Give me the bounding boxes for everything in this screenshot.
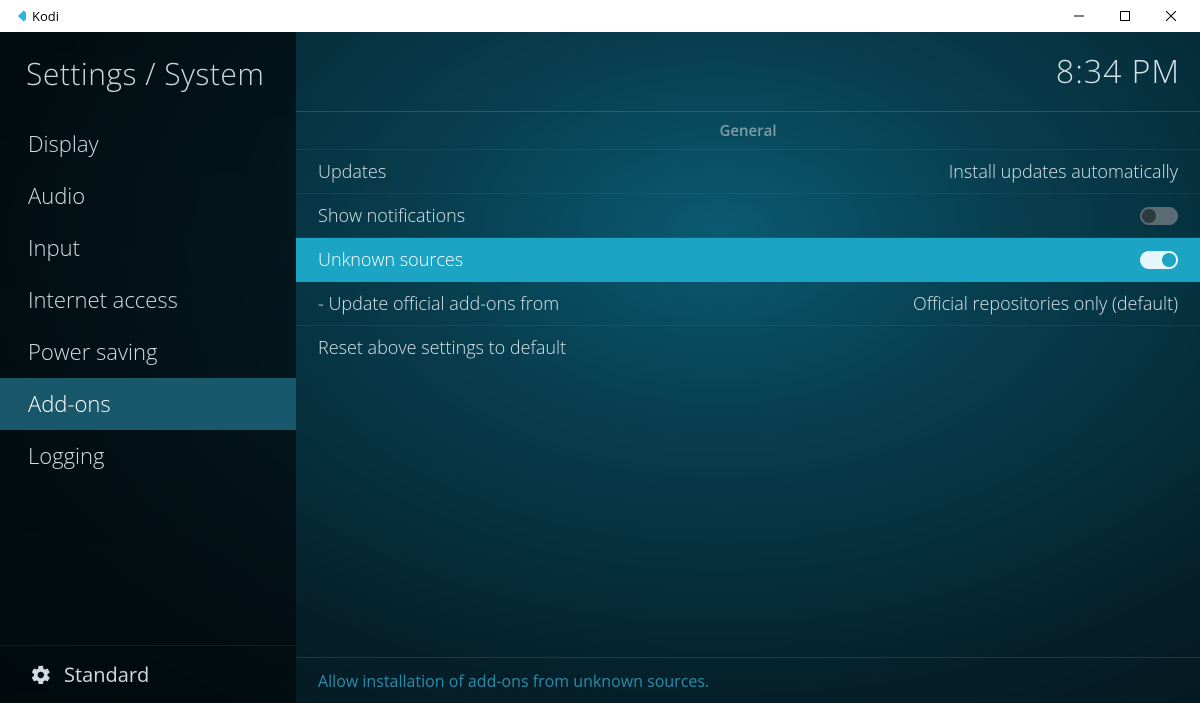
row-unknown-sources[interactable]: Unknown sources [296, 238, 1200, 282]
sidebar-item-display[interactable]: Display [0, 118, 296, 170]
section-header-general: General [296, 112, 1200, 150]
settings-level-button[interactable]: Standard [0, 645, 296, 703]
content-pane: 8:34 PM General Updates Install updates … [296, 32, 1200, 703]
row-value: Official repositories only (default) [913, 292, 1178, 316]
settings-rows: Updates Install updates automatically Sh… [296, 150, 1200, 370]
content-header: 8:34 PM [296, 32, 1200, 112]
window-titlebar: Kodi [0, 0, 1200, 32]
sidebar-item-power-saving[interactable]: Power saving [0, 326, 296, 378]
app-body: Settings / System Display Audio Input In… [0, 32, 1200, 703]
clock: 8:34 PM [1056, 50, 1180, 93]
sidebar-item-label: Power saving [28, 337, 157, 367]
description-text: Allow installation of add-ons from unkno… [318, 670, 709, 692]
sidebar-list: Display Audio Input Internet access Powe… [0, 112, 296, 645]
row-update-official-addons-from[interactable]: - Update official add-ons from Official … [296, 282, 1200, 326]
row-show-notifications[interactable]: Show notifications [296, 194, 1200, 238]
description-bar: Allow installation of add-ons from unkno… [296, 657, 1200, 703]
row-label: Updates [318, 160, 386, 184]
maximize-button[interactable] [1102, 0, 1148, 32]
row-label: - Update official add-ons from [318, 292, 559, 316]
sidebar-item-label: Input [28, 233, 80, 263]
sidebar-item-logging[interactable]: Logging [0, 430, 296, 482]
gear-icon [30, 664, 52, 686]
sidebar-item-internet-access[interactable]: Internet access [0, 274, 296, 326]
titlebar-left: Kodi [10, 7, 59, 25]
breadcrumb: Settings / System [0, 32, 296, 112]
sidebar-item-label: Internet access [28, 285, 178, 315]
sidebar-item-label: Audio [28, 181, 85, 211]
settings-level-label: Standard [64, 661, 149, 688]
sidebar-item-input[interactable]: Input [0, 222, 296, 274]
minimize-button[interactable] [1056, 0, 1102, 32]
toggle-off-icon[interactable] [1140, 207, 1178, 225]
row-reset-to-default[interactable]: Reset above settings to default [296, 326, 1200, 370]
window-controls [1056, 0, 1194, 32]
row-value: Install updates automatically [949, 160, 1178, 184]
sidebar-item-label: Display [28, 129, 99, 159]
sidebar-item-add-ons[interactable]: Add-ons [0, 378, 296, 430]
sidebar-item-label: Add-ons [28, 389, 111, 419]
sidebar-item-label: Logging [28, 441, 104, 471]
kodi-logo-icon [10, 8, 26, 24]
sidebar-item-audio[interactable]: Audio [0, 170, 296, 222]
sidebar: Settings / System Display Audio Input In… [0, 32, 296, 703]
window-title: Kodi [32, 7, 59, 25]
row-label: Show notifications [318, 204, 465, 228]
toggle-on-icon[interactable] [1140, 251, 1178, 269]
close-button[interactable] [1148, 0, 1194, 32]
row-label: Reset above settings to default [318, 336, 566, 360]
row-label: Unknown sources [318, 248, 463, 272]
row-updates[interactable]: Updates Install updates automatically [296, 150, 1200, 194]
